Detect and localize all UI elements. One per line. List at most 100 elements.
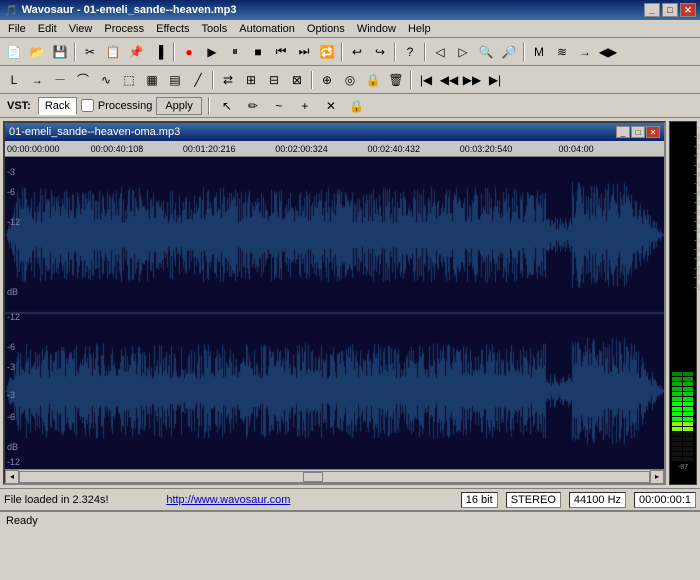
lock-btn[interactable]: 🔒 [362, 70, 384, 90]
redo-button[interactable]: ↪ [369, 42, 391, 62]
zoom-out-button[interactable]: 🔎 [498, 42, 520, 62]
rewind-button[interactable]: ⏮ [270, 42, 292, 62]
vu-label-66: -66 [694, 247, 700, 255]
arrow-icon[interactable]: → [574, 42, 596, 62]
paste-button[interactable]: 📌 [125, 42, 147, 62]
grid-btn[interactable]: ⊟ [263, 70, 285, 90]
menu-options[interactable]: Options [301, 22, 351, 36]
skip-start-btn[interactable]: |◀ [415, 70, 437, 90]
open-button[interactable]: 📂 [26, 42, 48, 62]
skip-end-btn[interactable]: ▶| [484, 70, 506, 90]
waveform-canvas[interactable]: -3 -6 -12 dB -12 -6 -3 -3 -6 dB -12 [5, 157, 664, 469]
new-button[interactable]: 📄 [3, 42, 25, 62]
scroll-right-arrow[interactable]: ▸ [650, 470, 664, 484]
apply-button[interactable]: Apply [156, 97, 202, 115]
wave-tool[interactable]: ~ [268, 96, 290, 116]
fx-btn3[interactable]: ⏤ [49, 70, 71, 90]
vu-label-60: -60 [694, 228, 700, 236]
ready-status: Ready [6, 515, 38, 527]
waveform-display[interactable] [5, 157, 664, 469]
pause-button[interactable]: ⏸ [224, 42, 246, 62]
vol-down-button[interactable]: ◁ [429, 42, 451, 62]
window-controls: _ □ ✕ [644, 3, 696, 17]
menu-file[interactable]: File [2, 22, 32, 36]
cursor-tool[interactable]: ↖ [216, 96, 238, 116]
plus-tool[interactable]: + [294, 96, 316, 116]
loop2-btn[interactable]: ⇄ [217, 70, 239, 90]
menu-help[interactable]: Help [402, 22, 437, 36]
vol-up-button[interactable]: ▷ [452, 42, 474, 62]
vu-label-30: -30 [694, 163, 700, 171]
sep1 [74, 43, 76, 61]
cross-tool[interactable]: ✕ [320, 96, 342, 116]
waveform-window: 01-emeli_sande--heaven-oma.mp3 _ □ ✕ 00:… [3, 121, 666, 485]
vu-label-9: -9 [694, 125, 700, 133]
menu-tools[interactable]: Tools [196, 22, 234, 36]
h-scrollbar[interactable]: ◂ ▸ [5, 469, 664, 483]
fx-btn5[interactable]: ∿ [95, 70, 117, 90]
processing-checkbox[interactable] [81, 99, 94, 112]
waveform-minimize[interactable]: _ [616, 126, 630, 138]
sel-btn[interactable]: ⊠ [286, 70, 308, 90]
stop-button[interactable]: ■ [247, 42, 269, 62]
mix-btn[interactable]: ⊕ [316, 70, 338, 90]
menu-view[interactable]: View [63, 22, 99, 36]
menu-process[interactable]: Process [98, 22, 150, 36]
marker-button[interactable]: M [528, 42, 550, 62]
fx-btn7[interactable]: ▦ [141, 70, 163, 90]
copy-button[interactable]: 📋 [102, 42, 124, 62]
title-text: 🎵 Wavosaur - 01-emeli_sande--heaven.mp3 [4, 4, 237, 17]
sep10 [208, 97, 210, 115]
scroll-thumb[interactable] [303, 472, 323, 482]
vu-label-72: -72 [694, 266, 700, 274]
record-button[interactable]: ● [178, 42, 200, 62]
menu-automation[interactable]: Automation [233, 22, 301, 36]
play-button[interactable]: ▶ [201, 42, 223, 62]
mute-btn[interactable]: ◎ [339, 70, 361, 90]
fx-btn9[interactable]: ╱ [187, 70, 209, 90]
fx-btn2[interactable]: → [26, 70, 48, 90]
pencil-tool[interactable]: ✏ [242, 96, 264, 116]
menu-edit[interactable]: Edit [32, 22, 63, 36]
waveform-maximize[interactable]: □ [631, 126, 645, 138]
fx-btn4[interactable]: ⌒ [72, 70, 94, 90]
menu-effects[interactable]: Effects [150, 22, 195, 36]
snap-btn[interactable]: ⊞ [240, 70, 262, 90]
time-mark-1: 00:00:40:108 [91, 144, 144, 154]
fx-btn6[interactable]: ⬚ [118, 70, 140, 90]
save-button[interactable]: 💾 [49, 42, 71, 62]
scroll-left-arrow[interactable]: ◂ [5, 470, 19, 484]
minimize-button[interactable]: _ [644, 3, 660, 17]
scroll-track[interactable] [19, 471, 650, 483]
ffwd-button[interactable]: ⏭ [293, 42, 315, 62]
skip-next-btn[interactable]: ▶▶ [461, 70, 483, 90]
time-mark-3: 00:02:00:324 [275, 144, 328, 154]
trash-btn[interactable]: 🗑 [385, 70, 407, 90]
title-bar: 🎵 Wavosaur - 01-emeli_sande--heaven.mp3 … [0, 0, 700, 20]
skip-prev-btn[interactable]: ◀◀ [438, 70, 460, 90]
loop-button[interactable]: 🔁 [316, 42, 338, 62]
menu-window[interactable]: Window [351, 22, 402, 36]
rack-tab[interactable]: Rack [38, 97, 77, 115]
help-icon-btn[interactable]: ? [399, 42, 421, 62]
sample-rate-field: 44100 Hz [569, 492, 626, 508]
close-button[interactable]: ✕ [680, 3, 696, 17]
wave-icon: ≋ [551, 42, 573, 62]
waveform-close[interactable]: ✕ [646, 126, 660, 138]
zoom-in-button[interactable]: 🔍 [475, 42, 497, 62]
website-link[interactable]: http://www.wavosaur.com [166, 494, 290, 506]
nav-btn[interactable]: ◀▶ [597, 42, 619, 62]
trim-button[interactable]: ▐ [148, 42, 170, 62]
fx-btn1[interactable]: L [3, 70, 25, 90]
vu-label-78: -78 [694, 275, 700, 283]
vst-bar: VST: Rack Processing Apply ↖ ✏ ~ + ✕ 🔒 [0, 94, 700, 118]
status-bar: File loaded in 2.324s! http://www.wavosa… [0, 488, 700, 510]
sep5 [424, 43, 426, 61]
cut-button[interactable]: ✂ [79, 42, 101, 62]
maximize-button[interactable]: □ [662, 3, 678, 17]
lock2-icon: 🔒 [346, 96, 368, 116]
sep7 [212, 71, 214, 89]
undo-button[interactable]: ↩ [346, 42, 368, 62]
fx-btn8[interactable]: ▤ [164, 70, 186, 90]
time-mark-2: 00:01:20:216 [183, 144, 236, 154]
